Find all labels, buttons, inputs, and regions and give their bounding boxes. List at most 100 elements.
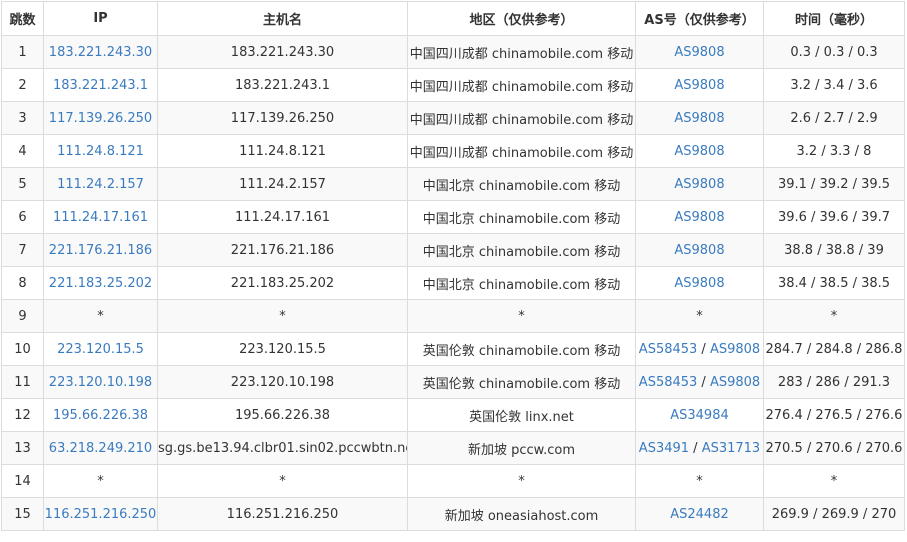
hostname-cell-text: 111.24.2.157: [239, 176, 326, 192]
as-link[interactable]: AS9808: [674, 243, 724, 258]
hostname-cell-text: 183.221.243.1: [234, 77, 331, 93]
hostname-cell: 117.139.26.250: [157, 101, 408, 135]
ip-cell-link[interactable]: 111.24.17.161: [53, 210, 148, 225]
hostname-cell: 221.176.21.186: [157, 233, 408, 267]
ip-cell-link[interactable]: 111.24.2.157: [57, 177, 144, 192]
ip-cell: 111.24.17.161: [43, 200, 158, 234]
hop-cell-text: 9: [18, 308, 27, 324]
region-cell: *: [407, 464, 636, 498]
as-link[interactable]: AS9808: [710, 342, 760, 357]
as-separator: /: [697, 341, 710, 357]
region-cell-text: 新加坡 pccw.com: [467, 442, 575, 458]
ip-cell-link[interactable]: 223.120.15.5: [57, 342, 144, 357]
time-cell: 269.9 / 269.9 / 270: [763, 497, 905, 531]
ip-cell-link[interactable]: 221.176.21.186: [49, 243, 152, 258]
ip-cell: 223.120.15.5: [43, 332, 158, 366]
region-cell-text: 中国北京 chinamobile.com 移动: [422, 211, 621, 227]
region-cell: 中国四川成都 chinamobile.com 移动: [407, 101, 636, 135]
region-cell-text: 英国伦敦 linx.net: [469, 409, 574, 425]
time-cell: 283 / 286 / 291.3: [763, 365, 905, 399]
as-link[interactable]: AS9808: [674, 111, 724, 126]
as-link[interactable]: AS58453: [639, 342, 698, 357]
time-cell-text: 269.9 / 269.9 / 270: [771, 506, 897, 522]
ip-cell-link[interactable]: 63.218.249.210: [49, 441, 152, 456]
hostname-cell: 111.24.2.157: [157, 167, 408, 201]
ip-cell-text: *: [97, 473, 104, 489]
ip-cell: 183.221.243.30: [43, 35, 158, 69]
as-cell: AS9808: [635, 167, 764, 201]
as-link[interactable]: AS34984: [670, 408, 729, 423]
hostname-cell-text: 221.183.25.202: [230, 275, 335, 291]
as-cell: AS9808: [635, 68, 764, 102]
hop-cell-text: 12: [14, 407, 31, 423]
region-cell: 新加坡 pccw.com: [407, 431, 636, 465]
ip-cell-link[interactable]: 183.221.243.30: [49, 45, 152, 60]
table-row: 5 111.24.2.157 111.24.2.157 中国北京 chinamobil…: [1, 167, 905, 201]
time-cell-text: 0.3 / 0.3 / 0.3: [790, 44, 878, 60]
time-cell: 38.4 / 38.5 / 38.5: [763, 266, 905, 300]
as-link[interactable]: AS9808: [674, 276, 724, 291]
table-row: 11 223.120.10.198 223.120.10.198 英国伦敦 china…: [1, 365, 905, 399]
table-row: 7 221.176.21.186 221.176.21.186 中国北京 chinam…: [1, 233, 905, 267]
hop-cell-text: 11: [14, 374, 31, 390]
region-cell: 中国四川成都 chinamobile.com 移动: [407, 68, 636, 102]
as-link[interactable]: AS9808: [674, 177, 724, 192]
ip-cell-link[interactable]: 111.24.8.121: [57, 144, 144, 159]
as-cell: AS24482: [635, 497, 764, 531]
as-cell: AS34984: [635, 398, 764, 432]
header-ip: IP: [43, 1, 158, 36]
ip-cell: 111.24.8.121: [43, 134, 158, 168]
time-cell: 3.2 / 3.3 / 8: [763, 134, 905, 168]
table-row: 8 221.183.25.202 221.183.25.202 中国北京 chinam…: [1, 266, 905, 300]
region-cell: 中国北京 chinamobile.com 移动: [407, 233, 636, 267]
hostname-cell: *: [157, 299, 408, 333]
as-text: *: [696, 473, 703, 489]
as-link[interactable]: AS31713: [702, 441, 761, 456]
time-cell-text: *: [830, 308, 838, 324]
time-cell-text: 2.6 / 2.7 / 2.9: [790, 110, 878, 126]
region-cell: 新加坡 oneasiahost.com: [407, 497, 636, 531]
hop-cell-text: 7: [18, 242, 27, 258]
hop-cell: 6: [1, 200, 44, 234]
time-cell: 284.7 / 284.8 / 286.8: [763, 332, 905, 366]
as-link[interactable]: AS9808: [674, 78, 724, 93]
hostname-cell-text: sg.gs.be13.94.clbr01.sin02.pccwbtn.net: [158, 440, 408, 456]
ip-cell-link[interactable]: 117.139.26.250: [49, 111, 152, 126]
hostname-cell-text: 111.24.17.161: [234, 209, 331, 225]
region-cell-text: 新加坡 oneasiahost.com: [444, 508, 599, 524]
as-link[interactable]: AS9808: [674, 144, 724, 159]
as-link[interactable]: AS24482: [670, 507, 729, 522]
hop-cell: 15: [1, 497, 44, 531]
table-row: 12 195.66.226.38 195.66.226.38 英国伦敦 linx.ne…: [1, 398, 905, 432]
hop-cell-text: 2: [18, 77, 27, 93]
as-separator: /: [689, 440, 702, 456]
time-cell-text: 3.2 / 3.4 / 3.6: [790, 77, 878, 93]
as-separator: /: [697, 374, 710, 390]
time-cell-text: 39.1 / 39.2 / 39.5: [777, 176, 891, 192]
as-link[interactable]: AS9808: [710, 375, 760, 390]
as-cell: AS9808: [635, 266, 764, 300]
region-cell: 中国北京 chinamobile.com 移动: [407, 167, 636, 201]
region-cell-text: *: [518, 308, 525, 324]
as-link[interactable]: AS3491: [639, 441, 689, 456]
hop-cell: 5: [1, 167, 44, 201]
ip-cell-link[interactable]: 183.221.243.1: [53, 78, 148, 93]
ip-cell-link[interactable]: 223.120.10.198: [49, 375, 152, 390]
as-cell: AS9808: [635, 200, 764, 234]
ip-cell-text: *: [97, 308, 104, 324]
region-cell-text: 英国伦敦 chinamobile.com 移动: [422, 343, 621, 359]
hostname-cell-text: *: [279, 473, 286, 489]
region-cell: 中国四川成都 chinamobile.com 移动: [407, 35, 636, 69]
as-link[interactable]: AS9808: [674, 45, 724, 60]
hostname-cell-text: 117.139.26.250: [230, 110, 335, 126]
as-link[interactable]: AS9808: [674, 210, 724, 225]
hostname-cell: 111.24.8.121: [157, 134, 408, 168]
time-cell-text: 270.5 / 270.6 / 270.6: [765, 440, 903, 456]
time-cell-text: 38.4 / 38.5 / 38.5: [777, 275, 891, 291]
ip-cell-link[interactable]: 116.251.216.250: [45, 507, 157, 522]
ip-cell-link[interactable]: 195.66.226.38: [53, 408, 148, 423]
header-hostname: 主机名: [157, 1, 408, 36]
region-cell-text: *: [518, 473, 525, 489]
ip-cell-link[interactable]: 221.183.25.202: [49, 276, 152, 291]
as-link[interactable]: AS58453: [639, 375, 698, 390]
